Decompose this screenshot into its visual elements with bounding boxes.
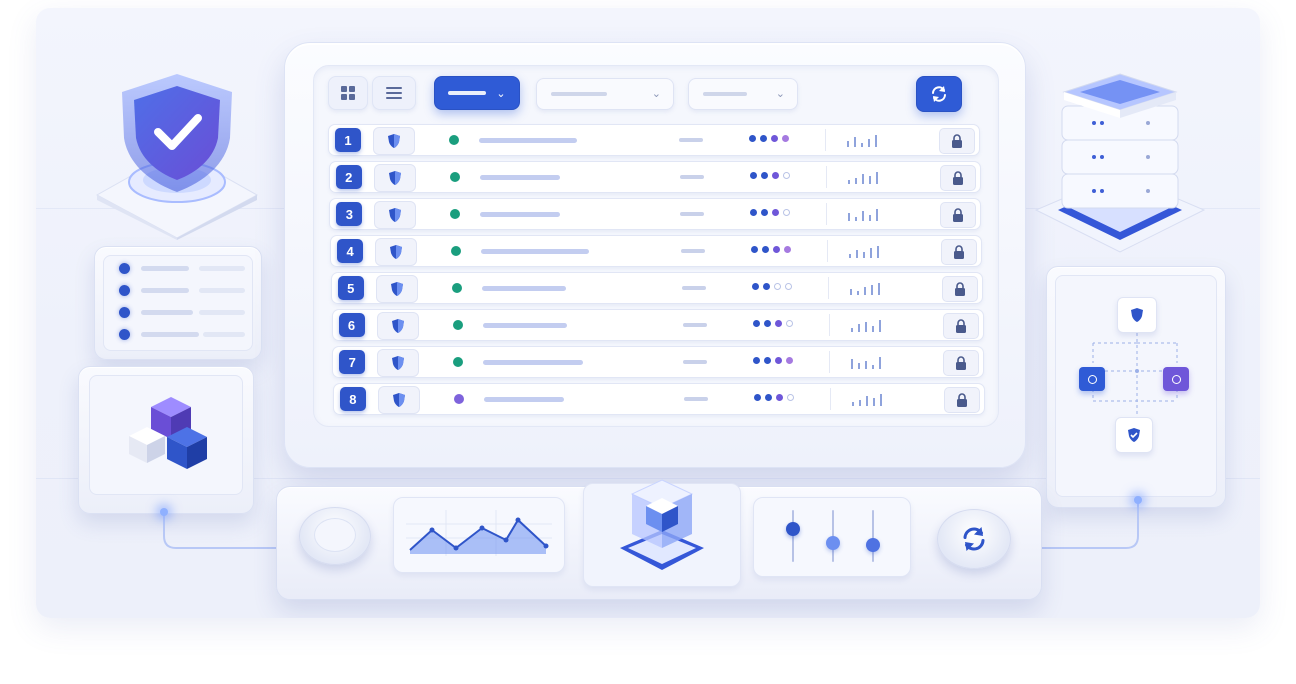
mixer-module xyxy=(753,497,911,577)
chart-module xyxy=(393,497,565,573)
control-console xyxy=(276,479,1042,600)
glass-cube-icon xyxy=(620,479,704,570)
core-module xyxy=(583,479,741,587)
cable-glow xyxy=(160,508,168,516)
slider-track xyxy=(872,510,874,562)
slider-track xyxy=(792,510,794,562)
slider-thumb[interactable] xyxy=(826,536,840,550)
power-knob[interactable] xyxy=(299,507,371,565)
sync-button[interactable] xyxy=(937,509,1011,569)
area-chart-icon xyxy=(406,510,552,556)
slider-thumb[interactable] xyxy=(786,522,800,536)
scene-background: ⌄ ⌄ ⌄ 1 2 3 4 5 6 7 8 xyxy=(36,8,1260,618)
cable-glow xyxy=(1134,496,1142,504)
slider-thumb[interactable] xyxy=(866,538,880,552)
sync-icon xyxy=(963,527,985,551)
